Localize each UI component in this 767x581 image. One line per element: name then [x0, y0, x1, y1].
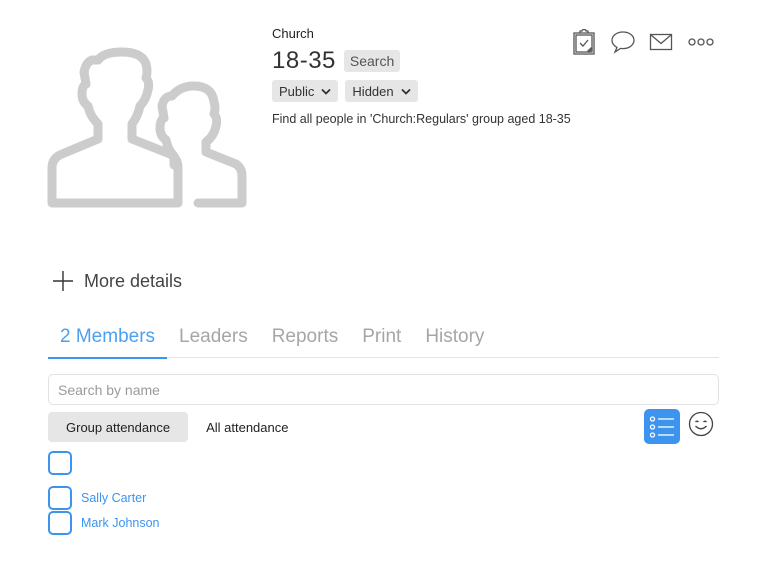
clipboard-check-icon — [573, 29, 595, 55]
visibility-value: Public — [279, 83, 315, 99]
member-name-link[interactable]: Sally Carter — [81, 491, 146, 505]
select-all-row — [48, 450, 160, 475]
status-dropdown[interactable]: Hidden — [345, 80, 418, 102]
people-group-icon — [47, 47, 247, 208]
member-search-input[interactable] — [48, 374, 719, 405]
tab-members[interactable]: 2 Members — [48, 322, 168, 359]
list-view-icon — [649, 415, 674, 438]
email-button[interactable] — [646, 28, 676, 56]
tab-bar: 2 Members Leaders Reports Print History — [48, 322, 719, 359]
member-list: Sally Carter Mark Johnson — [48, 450, 160, 535]
group-description: Find all people in 'Church:Regulars' gro… — [272, 112, 571, 126]
all-attendance-button[interactable]: All attendance — [188, 412, 306, 442]
more-details-label: More details — [84, 270, 183, 291]
tab-print[interactable]: Print — [350, 322, 413, 358]
action-bar — [570, 28, 716, 56]
message-button[interactable] — [608, 28, 638, 56]
chevron-down-icon — [400, 88, 411, 95]
tab-leaders[interactable]: Leaders — [167, 322, 260, 358]
tab-history[interactable]: History — [413, 322, 496, 358]
list-item: Sally Carter — [48, 485, 160, 510]
list-item: Mark Johnson — [48, 510, 160, 535]
chat-bubble-icon — [611, 31, 635, 54]
ellipsis-icon — [688, 38, 714, 46]
face-view-button[interactable] — [688, 411, 714, 442]
envelope-icon — [649, 33, 673, 51]
list-view-button[interactable] — [644, 409, 680, 444]
more-details-toggle[interactable]: More details — [52, 270, 182, 292]
visibility-dropdown[interactable]: Public — [272, 80, 339, 102]
attendance-toggle: Group attendance All attendance — [48, 412, 306, 442]
tab-reports[interactable]: Reports — [260, 322, 351, 358]
chevron-down-icon — [321, 88, 332, 95]
tasks-button[interactable] — [570, 28, 598, 56]
group-type-badge[interactable]: Search — [343, 50, 401, 72]
smiley-face-icon — [688, 411, 714, 437]
member-name-link[interactable]: Mark Johnson — [81, 516, 160, 530]
member-checkbox[interactable] — [48, 510, 72, 535]
group-header: Church 18-35 Search Public Hidden Find a… — [272, 26, 571, 126]
member-checkbox[interactable] — [48, 485, 72, 510]
group-title: 18-35 — [272, 47, 336, 74]
view-toggle — [644, 409, 714, 444]
group-category[interactable]: Church — [272, 26, 571, 42]
status-value: Hidden — [352, 83, 394, 99]
select-all-checkbox[interactable] — [48, 450, 72, 475]
group-attendance-button[interactable]: Group attendance — [48, 412, 189, 442]
more-button[interactable] — [686, 28, 716, 56]
plus-icon — [53, 271, 73, 291]
